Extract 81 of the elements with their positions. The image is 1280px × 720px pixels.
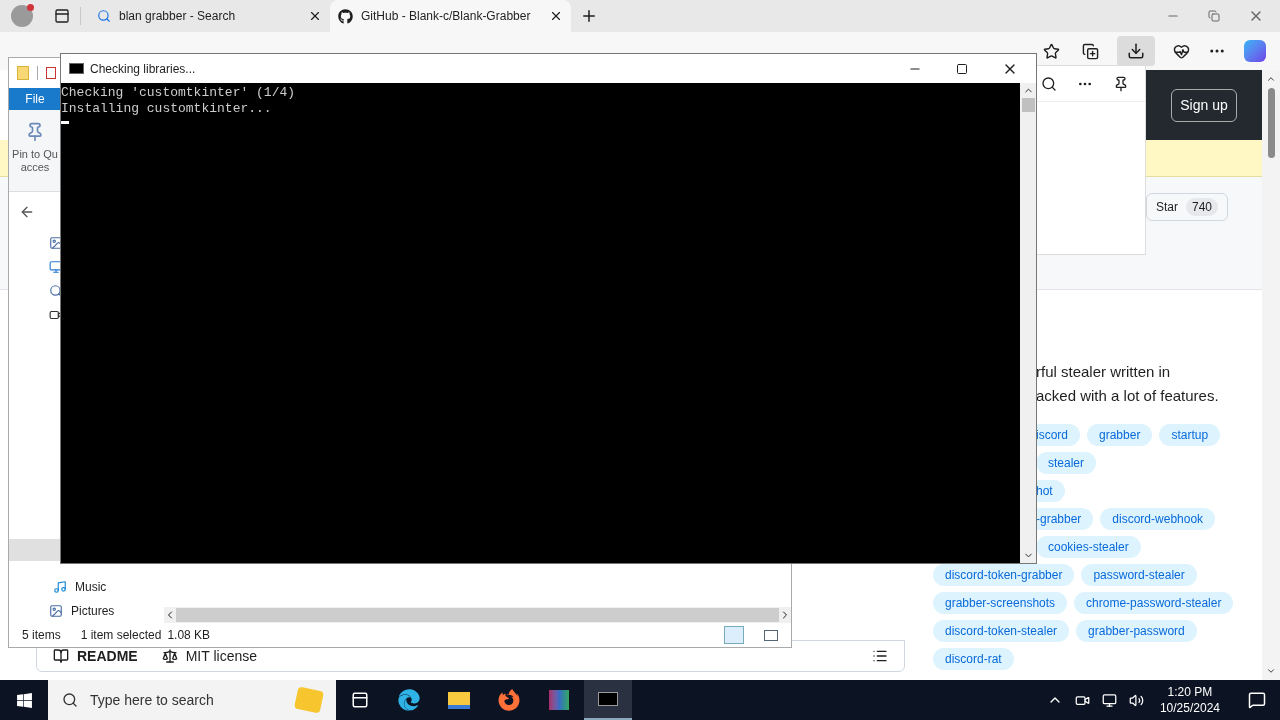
window-title: Checking libraries...: [90, 60, 196, 78]
scale-icon: [161, 648, 178, 664]
new-tab-icon[interactable]: [580, 7, 598, 25]
folder-icon[interactable]: [448, 691, 470, 709]
topic-tag[interactable]: discord-webhook: [1100, 508, 1216, 530]
close-icon[interactable]: [308, 9, 322, 23]
download-icon[interactable]: [1127, 42, 1145, 60]
browser-icon[interactable]: [398, 689, 420, 711]
maximize-icon[interactable]: [956, 62, 968, 75]
topic-tag[interactable]: startup: [1159, 424, 1221, 446]
pin-icon[interactable]: [1113, 75, 1129, 92]
profile-avatar-icon[interactable]: [11, 5, 33, 27]
thumbnails-view-icon[interactable]: [764, 629, 778, 641]
scrollbar-thumb[interactable]: [176, 608, 779, 622]
item-count: 5 items: [22, 627, 61, 644]
tab-title: blan grabber - Search: [119, 8, 237, 25]
volume-icon[interactable]: [1128, 692, 1144, 708]
topic-tag[interactable]: chrome-password-stealer: [1074, 592, 1234, 614]
notifications-icon[interactable]: [1248, 691, 1266, 709]
close-icon[interactable]: [549, 9, 563, 23]
pin-label: acces: [20, 161, 50, 174]
nav-item[interactable]: Music: [75, 578, 107, 596]
description-text: acked with a lot of features.: [1036, 386, 1220, 406]
outline-icon[interactable]: [872, 648, 888, 664]
search-icon: [97, 9, 111, 23]
license-tab[interactable]: MIT license: [161, 645, 257, 667]
task-view-icon[interactable]: [351, 691, 369, 709]
monitor-icon: [49, 260, 63, 274]
file-tab[interactable]: File: [9, 88, 61, 110]
search-icon[interactable]: [1041, 75, 1057, 92]
description-text: rful stealer written in: [1036, 362, 1172, 382]
topic-tag[interactable]: hot: [1036, 480, 1065, 502]
tab-title: GitHub - Blank-c/Blank-Grabber: [361, 8, 532, 25]
topic-tag[interactable]: cookies-stealer: [1036, 536, 1141, 558]
star-count: 740: [1185, 198, 1218, 216]
topic-tag[interactable]: grabber-password: [1076, 620, 1197, 642]
tab-actions-icon[interactable]: [54, 8, 70, 24]
sign-up-button[interactable]: Sign up: [1171, 88, 1237, 122]
topic-tag[interactable]: grabber: [1087, 424, 1153, 446]
terminal-icon: [69, 63, 84, 74]
browser-tab[interactable]: blan grabber - Search: [89, 0, 330, 32]
topic-tag[interactable]: discord-token-grabber: [933, 564, 1075, 586]
folder-icon: [17, 66, 29, 80]
octocat-icon: [338, 8, 353, 24]
fox-browser-icon[interactable]: [498, 689, 520, 711]
topic-tag[interactable]: iscord: [1036, 424, 1080, 446]
search-field[interactable]: Type here to search: [90, 689, 284, 711]
scroll-up-icon[interactable]: [1266, 74, 1276, 84]
restore-icon[interactable]: [1208, 10, 1220, 22]
book-icon: [53, 648, 69, 664]
collections-icon[interactable]: [1082, 42, 1099, 60]
search-icon: [62, 692, 78, 708]
favorites-icon[interactable]: [1043, 42, 1060, 60]
clock[interactable]: 1:20 PM 10/25/2024: [1155, 684, 1224, 716]
music-icon: [53, 580, 67, 594]
topic-tag[interactable]: grabber-screenshots: [933, 592, 1068, 614]
scrollbar-thumb[interactable]: [1021, 98, 1035, 112]
console-line: Installing customtkinter...: [61, 101, 273, 117]
network-icon[interactable]: [1101, 692, 1117, 708]
selection-info: 1 item selected 1.08 KB: [80, 627, 211, 644]
search-bar[interactable]: Type here to search: [48, 680, 336, 720]
nav-item[interactable]: Pictures: [71, 602, 115, 620]
topic-tag[interactable]: -grabber: [1036, 508, 1094, 530]
back-icon[interactable]: [19, 204, 35, 220]
scroll-down-icon[interactable]: [1266, 666, 1276, 676]
health-icon[interactable]: [1173, 42, 1190, 60]
browser-tab[interactable]: GitHub - Blank-c/Blank-Grabber: [330, 0, 571, 32]
star-button[interactable]: Star 740: [1145, 193, 1228, 221]
readme-tab[interactable]: README: [53, 645, 138, 667]
windows-icon: [15, 691, 33, 709]
pin-label: Pin to Qu: [12, 148, 58, 161]
topic-tag[interactable]: discord-rat: [933, 648, 1014, 670]
terminal-icon[interactable]: [598, 692, 618, 706]
pictures-icon: [49, 236, 63, 250]
scrollbar-thumb[interactable]: [1267, 88, 1275, 158]
pictures-icon: [49, 604, 63, 618]
console-line: Checking 'customtkinter' (1/4): [61, 85, 297, 101]
topic-tag[interactable]: discord-token-stealer: [933, 620, 1070, 642]
topic-tag[interactable]: password-stealer: [1081, 564, 1197, 586]
search-icon: [49, 284, 63, 298]
topic-tag[interactable]: stealer: [1036, 452, 1097, 474]
